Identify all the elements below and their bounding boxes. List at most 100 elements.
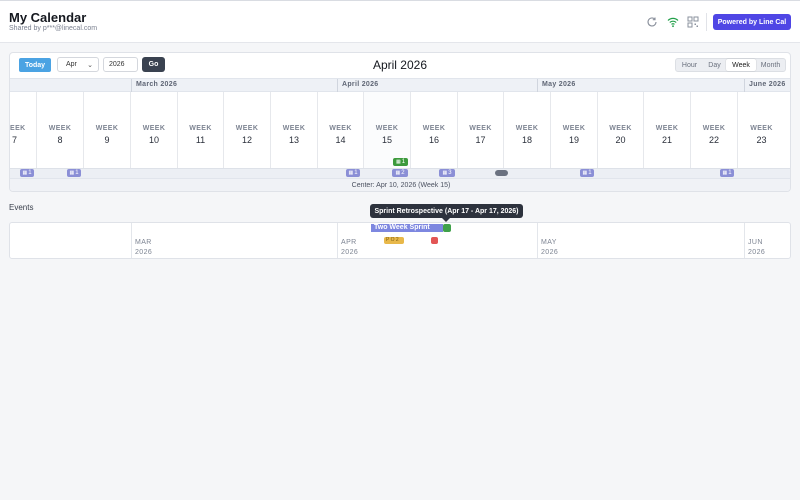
gantt-month-name: APR bbox=[341, 239, 357, 246]
powered-by-button[interactable]: Powered by Line Cal bbox=[713, 14, 791, 30]
week-label: WEEK bbox=[95, 125, 119, 132]
calendar-icon: ▦ bbox=[395, 170, 401, 176]
go-button[interactable]: Go bbox=[142, 57, 165, 72]
event-bar-sprint-retrospective[interactable] bbox=[443, 224, 451, 232]
calendar-panel: Today Apr ⌄ 2026 Go April 2026 Hour Day … bbox=[9, 52, 791, 192]
view-switcher: Hour Day Week Month bbox=[675, 58, 786, 72]
week-number: 20 bbox=[615, 135, 626, 145]
events-gantt: MAR 2026 APR 2026 MAY 2026 JUN 2026 Two … bbox=[9, 222, 791, 259]
week-label: WEEK bbox=[515, 125, 539, 132]
event-tooltip: Sprint Retrospective (Apr 17 - Apr 17, 2… bbox=[370, 204, 523, 218]
tab-day[interactable]: Day bbox=[703, 59, 726, 71]
wifi-icon[interactable] bbox=[666, 15, 680, 29]
month-divider bbox=[744, 223, 745, 258]
week-number: 18 bbox=[521, 135, 532, 145]
calendar-icon: ▦ bbox=[348, 170, 354, 176]
week-number: 9 bbox=[104, 135, 110, 145]
week-label: WEEK bbox=[375, 125, 399, 132]
week-column[interactable]: WEEK 13 bbox=[271, 92, 318, 168]
tab-week[interactable]: Week bbox=[726, 59, 756, 71]
qr-code-icon[interactable] bbox=[686, 15, 700, 29]
event-count: 1 bbox=[401, 159, 406, 165]
week-column[interactable]: WEEK 22 bbox=[691, 92, 738, 168]
week-number: 7 bbox=[12, 135, 18, 145]
week-label: EEK bbox=[10, 125, 26, 132]
tab-hour[interactable]: Hour bbox=[676, 59, 703, 71]
month-select[interactable]: Apr ⌄ bbox=[57, 57, 99, 72]
month-label: April 2026 bbox=[342, 81, 379, 88]
current-period-title: April 2026 bbox=[372, 58, 428, 72]
event-count-badge[interactable]: ▦ 3 bbox=[439, 169, 455, 177]
week-column[interactable]: WEEK 18 bbox=[504, 92, 551, 168]
event-count: 1 bbox=[728, 170, 732, 176]
event-count-badge[interactable]: ▦ 1 bbox=[720, 169, 734, 177]
month-divider bbox=[744, 79, 745, 92]
week-label: WEEK bbox=[562, 125, 586, 132]
event-count-badge[interactable]: ▦ 1 bbox=[20, 169, 34, 177]
week-number: 22 bbox=[708, 135, 719, 145]
week-column[interactable]: WEEK 8 bbox=[37, 92, 84, 168]
week-column[interactable]: WEEK 9 bbox=[84, 92, 131, 168]
week-column[interactable]: WEEK 11 bbox=[178, 92, 224, 168]
week-column[interactable]: EEK 7 bbox=[10, 92, 37, 168]
week-label: WEEK bbox=[655, 125, 679, 132]
week-number: 13 bbox=[288, 135, 299, 145]
week-label: WEEK bbox=[48, 125, 72, 132]
week-columns: EEK 7 WEEK 8 WEEK 9 WEEK 10 WEEK 11 WEEK… bbox=[10, 92, 790, 168]
month-divider bbox=[337, 223, 338, 258]
week-number: 19 bbox=[568, 135, 579, 145]
gantt-month-label: APR 2026 bbox=[341, 238, 358, 258]
header-divider bbox=[706, 13, 707, 31]
calendar-icon: ▦ bbox=[442, 170, 448, 176]
week-column[interactable]: WEEK 14 bbox=[318, 92, 364, 168]
month-divider bbox=[537, 223, 538, 258]
event-count: 1 bbox=[354, 170, 358, 176]
year-input[interactable]: 2026 bbox=[103, 57, 138, 72]
week-number: 11 bbox=[195, 135, 206, 145]
week-number: 21 bbox=[661, 135, 672, 145]
week-number: 14 bbox=[335, 135, 346, 145]
month-divider bbox=[537, 79, 538, 92]
event-bar-orange[interactable]: P O 2 bbox=[384, 237, 404, 244]
week-column[interactable]: WEEK 20 bbox=[598, 92, 644, 168]
week-column[interactable]: WEEK 10 bbox=[131, 92, 178, 168]
event-count-badge[interactable]: ▦ 1 bbox=[580, 169, 594, 177]
month-divider bbox=[337, 79, 338, 92]
week-number: 23 bbox=[756, 135, 767, 145]
calendar-icon: ▦ bbox=[395, 159, 401, 165]
gantt-month-label: JUN 2026 bbox=[748, 238, 765, 258]
event-bar-red[interactable] bbox=[431, 237, 438, 244]
week-number: 17 bbox=[475, 135, 486, 145]
chevron-down-icon: ⌄ bbox=[87, 62, 93, 69]
event-count-badge[interactable]: ▦ 1 bbox=[67, 169, 81, 177]
tab-month[interactable]: Month bbox=[756, 59, 785, 71]
event-count-badge[interactable]: ▦ 1 bbox=[346, 169, 360, 177]
refresh-icon[interactable] bbox=[645, 15, 659, 29]
event-count: 1 bbox=[28, 170, 32, 176]
gantt-month-name: MAY bbox=[541, 239, 557, 246]
event-bar-two-week-sprint[interactable]: Two Week Sprint bbox=[371, 224, 443, 232]
week-column[interactable]: WEEK 23 bbox=[738, 92, 790, 168]
week-column-current[interactable]: WEEK 15 bbox=[364, 92, 411, 168]
event-count: 3 bbox=[448, 170, 452, 176]
event-count-badge[interactable]: ▦ 2 bbox=[392, 169, 408, 177]
week-number: 12 bbox=[241, 135, 252, 145]
month-divider bbox=[131, 79, 132, 92]
calendar-icon: ▦ bbox=[722, 170, 728, 176]
week-column[interactable]: WEEK 19 bbox=[551, 92, 598, 168]
gantt-month-year: 2026 bbox=[341, 249, 359, 256]
week-column[interactable]: WEEK 17 bbox=[458, 92, 504, 168]
timeline-scroll-handle[interactable] bbox=[495, 170, 508, 176]
center-date-label: Center: Apr 10, 2026 (Week 15) bbox=[10, 178, 790, 191]
week-number: 10 bbox=[148, 135, 159, 145]
app-header: My Calendar Shared by p***@linecal.com P… bbox=[0, 0, 800, 43]
event-count-badge[interactable]: ▦ 1 bbox=[393, 158, 408, 166]
week-number: 15 bbox=[381, 135, 392, 145]
gantt-month-year: 2026 bbox=[135, 249, 153, 256]
week-column[interactable]: WEEK 21 bbox=[644, 92, 691, 168]
event-count: 2 bbox=[401, 170, 405, 176]
today-button[interactable]: Today bbox=[19, 58, 51, 72]
week-column[interactable]: WEEK 16 bbox=[411, 92, 458, 168]
month-header-strip: March 2026 April 2026 May 2026 June 2026 bbox=[10, 78, 790, 92]
week-column[interactable]: WEEK 12 bbox=[224, 92, 271, 168]
